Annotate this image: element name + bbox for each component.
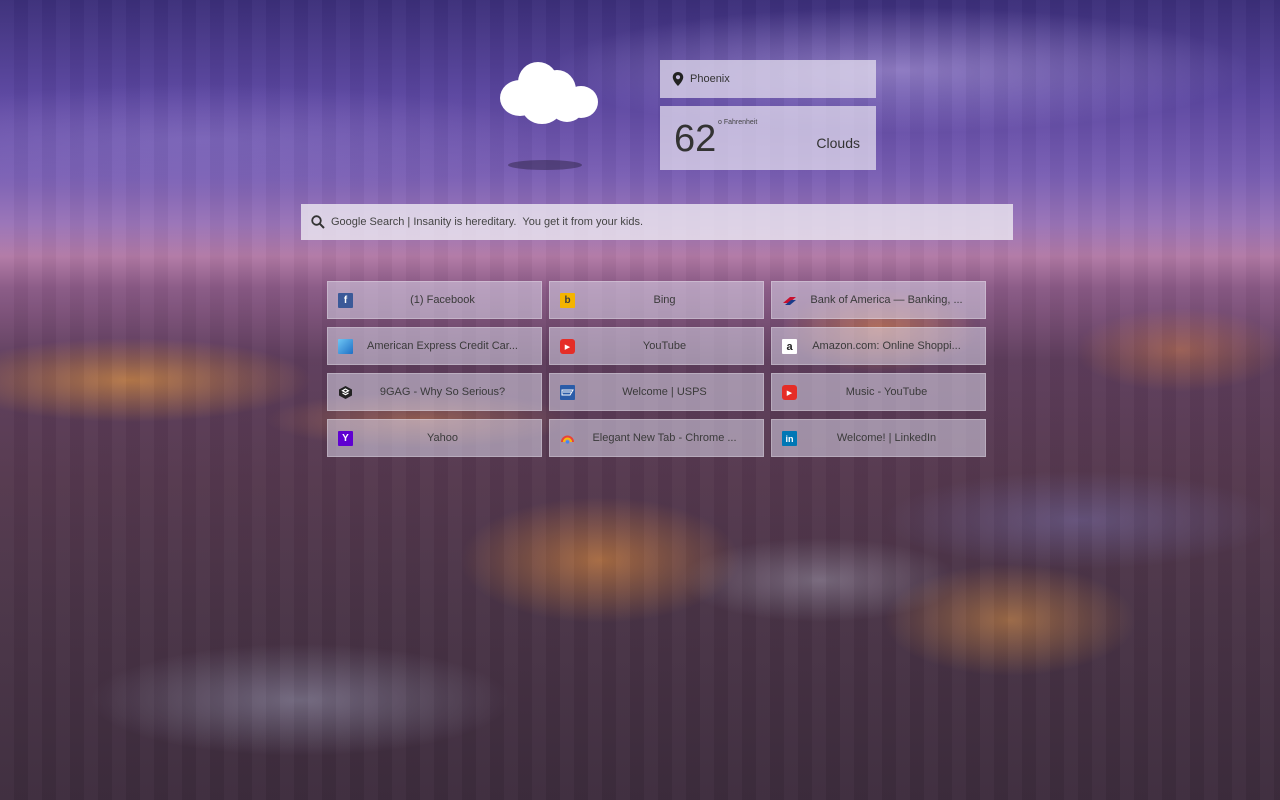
amazon-icon: a	[782, 339, 797, 354]
temperature-value: 62	[674, 118, 717, 160]
tile-label: Welcome | USPS	[622, 386, 707, 398]
tile-american-express[interactable]: American Express Credit Car...	[327, 327, 542, 365]
tile-bing[interactable]: b Bing	[549, 281, 764, 319]
search-bar[interactable]	[301, 204, 1013, 240]
tile-bank-of-america[interactable]: Bank of America — Banking, ...	[771, 281, 986, 319]
tile-yahoo[interactable]: Y Yahoo	[327, 419, 542, 457]
tile-music-youtube[interactable]: ▶ Music - YouTube	[771, 373, 986, 411]
tile-youtube[interactable]: ▶ YouTube	[549, 327, 764, 365]
tile-linkedin[interactable]: in Welcome! | LinkedIn	[771, 419, 986, 457]
tile-label: YouTube	[642, 340, 687, 352]
bing-icon: b	[560, 293, 575, 308]
tile-label: Bank of America — Banking, ...	[810, 294, 963, 306]
weather-location-box[interactable]: Phoenix	[660, 60, 876, 98]
tile-label: Bing	[653, 294, 676, 306]
tile-label: Music - YouTube	[845, 386, 928, 398]
weather-temperature-box: 62 o Fahrenheit Clouds	[660, 106, 876, 170]
cloud-icon	[500, 60, 600, 126]
speed-dial-grid: f (1) Facebook b Bing Bank of America — …	[327, 281, 986, 457]
facebook-icon: f	[338, 293, 353, 308]
temperature-unit: o Fahrenheit	[718, 119, 758, 126]
usps-icon	[560, 385, 575, 400]
tile-label: American Express Credit Car...	[367, 340, 518, 352]
search-icon	[311, 215, 325, 229]
tile-9gag[interactable]: 9GAG - Why So Serious?	[327, 373, 542, 411]
american-express-icon	[338, 339, 353, 354]
youtube-music-icon: ▶	[782, 385, 797, 400]
linkedin-icon: in	[782, 431, 797, 446]
location-pin-icon	[672, 72, 684, 86]
cloud-shadow	[508, 160, 582, 170]
youtube-icon: ▶	[560, 339, 575, 354]
bank-of-america-icon	[782, 293, 797, 308]
weather-condition: Clouds	[816, 135, 860, 151]
tile-elegant-new-tab[interactable]: Elegant New Tab - Chrome ...	[549, 419, 764, 457]
tile-label: 9GAG - Why So Serious?	[379, 386, 506, 398]
yahoo-icon: Y	[338, 431, 353, 446]
weather-location: Phoenix	[690, 73, 730, 85]
tile-label: Amazon.com: Online Shoppi...	[812, 340, 961, 352]
tile-usps[interactable]: Welcome | USPS	[549, 373, 764, 411]
tile-amazon[interactable]: a Amazon.com: Online Shoppi...	[771, 327, 986, 365]
9gag-icon	[338, 385, 353, 400]
tile-label: Elegant New Tab - Chrome ...	[592, 432, 737, 444]
tile-label: Yahoo	[427, 432, 458, 444]
chrome-store-icon	[560, 431, 575, 446]
tile-facebook[interactable]: f (1) Facebook	[327, 281, 542, 319]
search-input[interactable]	[331, 216, 1013, 228]
tile-label: Welcome! | LinkedIn	[836, 432, 937, 444]
tile-label: (1) Facebook	[410, 294, 475, 306]
